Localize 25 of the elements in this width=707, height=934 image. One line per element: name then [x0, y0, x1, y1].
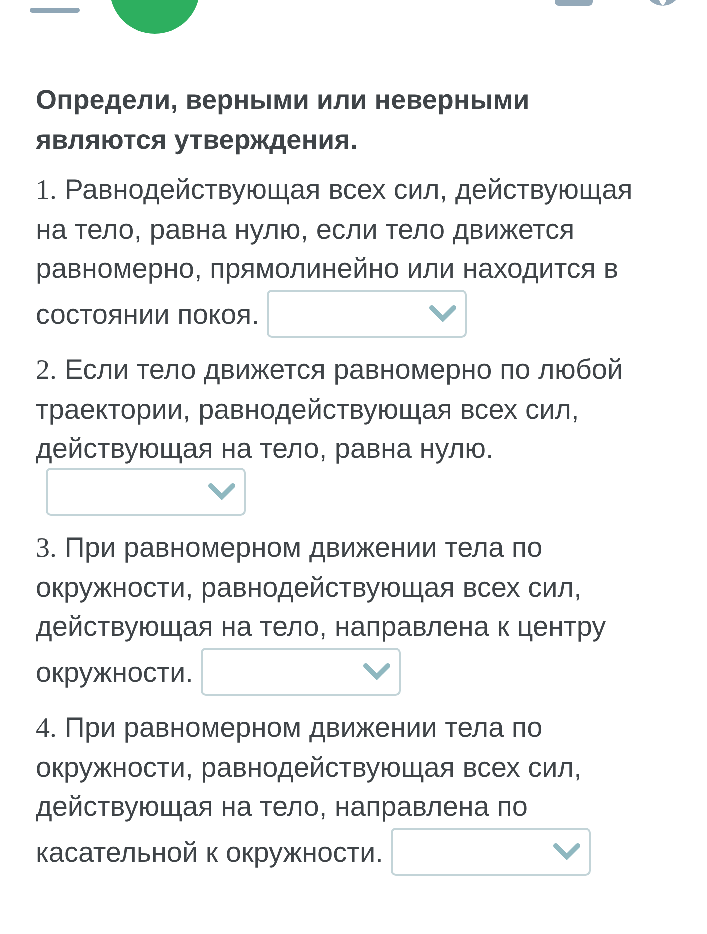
- statement-text: 1. Равнодействующая всех сил, действующая: [36, 173, 634, 208]
- answer-dropdown[interactable]: [267, 290, 468, 338]
- statement-text: действующая на тело, направлена по: [36, 790, 529, 824]
- statement-text: действующая на тело, направлена к центру: [36, 610, 608, 644]
- statement-text: 4. При равномерном движении тела по: [36, 711, 544, 746]
- statement-text: окружности, равнодействующая всех сил,: [36, 571, 583, 605]
- statement-text: равномерно, прямолинейно или находится в: [36, 252, 620, 286]
- statement-text: 2. Если тело движется равномерно по любой: [36, 353, 624, 388]
- chevron-down-icon: [553, 843, 582, 861]
- statement-text: на тело, равна нулю, если тело движется: [36, 213, 576, 247]
- statement-text: состоянии покоя.: [36, 298, 260, 332]
- answer-dropdown[interactable]: [46, 468, 246, 516]
- statement-text: окружности, равнодействующая всех сил,: [36, 751, 583, 785]
- statement-text: окружности.: [36, 656, 194, 690]
- task-title: Определи, верными или неверными являются утверждения.: [36, 84, 531, 157]
- statement-text: действующая на тело, равна нулю.: [36, 432, 495, 466]
- chevron-down-icon: [429, 305, 458, 323]
- answer-dropdown[interactable]: [201, 648, 402, 696]
- answer-dropdown[interactable]: [391, 828, 592, 876]
- chevron-down-icon: [363, 663, 392, 681]
- statement-text: 3. При равномерном движении тела по: [36, 531, 544, 566]
- statement-text: касательной к окружности.: [36, 836, 384, 870]
- statement-text: траектории, равнодействующая всех сил,: [36, 393, 580, 427]
- menu-icon[interactable]: [30, 8, 80, 13]
- chevron-down-icon: [208, 483, 236, 501]
